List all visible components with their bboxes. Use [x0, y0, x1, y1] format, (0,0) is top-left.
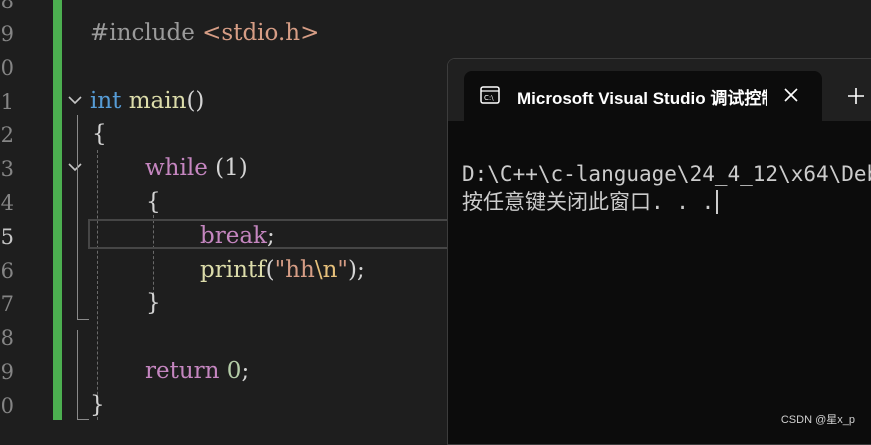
code-line-close-brace: }: [90, 392, 105, 418]
terminal-output-prompt: 按任意键关闭此窗口. . .: [462, 188, 719, 216]
line-number: 0: [0, 394, 14, 418]
tab-strip: C:\ Microsoft Visual Studio 调试控制台: [448, 59, 871, 121]
outline-line-end: [77, 419, 89, 420]
line-number: 9: [0, 22, 14, 46]
code-line-printf: printf("hh\n");: [200, 257, 365, 283]
fold-chevron-icon[interactable]: [68, 160, 82, 174]
line-number: 1: [0, 90, 14, 114]
code-line-while-close: }: [146, 290, 161, 316]
close-icon[interactable]: [782, 86, 800, 104]
code-line-include: #include <stdio.h>: [90, 20, 320, 46]
code-line-return: return 0;: [145, 358, 250, 384]
terminal-output-path: D:\C++\c-language\24_4_12\x64\Debug: [462, 162, 871, 186]
line-number: 8: [0, 0, 14, 13]
outline-line: [77, 330, 78, 420]
text-cursor: [716, 190, 719, 214]
new-tab-button[interactable]: [844, 84, 868, 108]
line-number: 9: [0, 360, 14, 384]
change-indicator-bar: [53, 0, 62, 420]
code-line-open-brace: {: [92, 121, 107, 147]
code-line-while: while (1): [145, 155, 248, 181]
fold-chevron-icon[interactable]: [68, 93, 82, 107]
outline-line: [77, 115, 78, 320]
outline-line-end: [77, 319, 89, 320]
prompt-text: 按任意键关闭此窗口. . .: [462, 190, 715, 214]
debug-console-window[interactable]: C:\ Microsoft Visual Studio 调试控制台 D:\C++…: [447, 58, 871, 445]
svg-text:C:\: C:\: [484, 94, 494, 102]
tab-debug-console[interactable]: C:\ Microsoft Visual Studio 调试控制台: [464, 71, 822, 121]
line-number: 2: [0, 123, 14, 147]
line-number: 3: [0, 157, 14, 181]
indent-guide: [97, 150, 98, 420]
line-number: 4: [0, 191, 14, 215]
code-line-while-open: {: [146, 189, 161, 215]
watermark: CSDN @星x_p: [780, 414, 855, 426]
tab-title: Microsoft Visual Studio 调试控制台: [517, 89, 767, 108]
line-number-current: 5: [0, 225, 14, 249]
line-number: 6: [0, 259, 14, 283]
line-number: 8: [0, 326, 14, 350]
terminal-icon: C:\: [480, 86, 500, 104]
line-number: 0: [0, 56, 14, 80]
code-line-break: break;: [200, 223, 275, 249]
line-number: 7: [0, 292, 14, 316]
code-line-main: int main(): [90, 88, 205, 114]
